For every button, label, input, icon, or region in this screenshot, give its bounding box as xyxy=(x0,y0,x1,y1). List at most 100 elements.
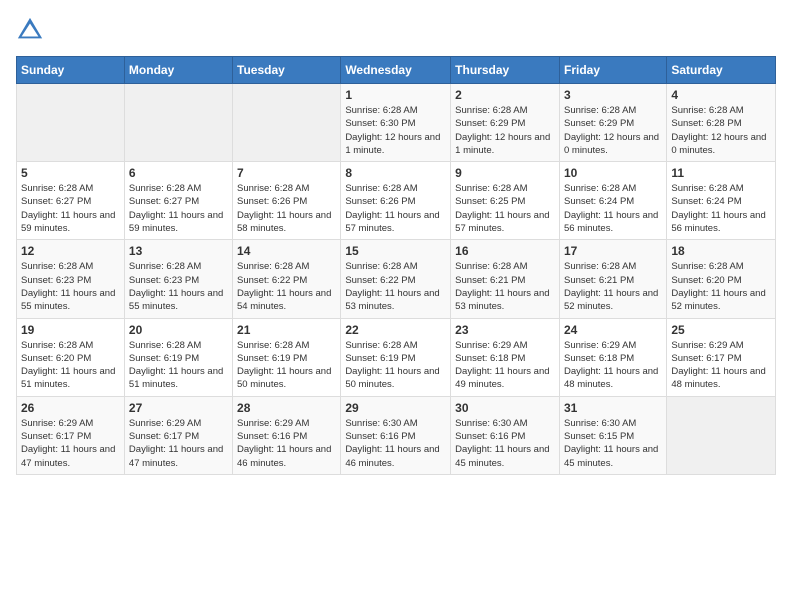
calendar-cell: 27 Sunrise: 6:29 AM Sunset: 6:17 PM Dayli… xyxy=(124,396,232,474)
calendar-cell: 19Sunrise: 6:28 AM Sunset: 6:20 PM Dayli… xyxy=(17,318,125,396)
logo xyxy=(16,16,48,44)
calendar-cell: 20 Sunrise: 6:28 AM Sunset: 6:19 PM Dayli… xyxy=(124,318,232,396)
day-number: 13 xyxy=(129,244,228,258)
calendar-cell: 24 Sunrise: 6:29 AM Sunset: 6:18 PM Dayli… xyxy=(559,318,666,396)
day-info: Sunrise: 6:28 AM Sunset: 6:28 PM Dayligh… xyxy=(671,104,771,157)
calendar-cell: 28 Sunrise: 6:29 AM Sunset: 6:16 PM Dayli… xyxy=(233,396,341,474)
day-info: Sunrise: 6:28 AM Sunset: 6:22 PM Dayligh… xyxy=(345,260,446,313)
calendar-cell: 17 Sunrise: 6:28 AM Sunset: 6:21 PM Dayli… xyxy=(559,240,666,318)
day-number: 27 xyxy=(129,401,228,415)
day-number: 11 xyxy=(671,166,771,180)
day-header-tuesday: Tuesday xyxy=(233,57,341,84)
calendar-cell: 14 Sunrise: 6:28 AM Sunset: 6:22 PM Dayli… xyxy=(233,240,341,318)
calendar-cell: 10 Sunrise: 6:28 AM Sunset: 6:24 PM Dayli… xyxy=(559,162,666,240)
day-info: Sunrise: 6:29 AM Sunset: 6:17 PM Dayligh… xyxy=(129,417,228,470)
day-info: Sunrise: 6:28 AM Sunset: 6:30 PM Dayligh… xyxy=(345,104,446,157)
day-header-thursday: Thursday xyxy=(451,57,560,84)
calendar-cell: 30 Sunrise: 6:30 AM Sunset: 6:16 PM Dayli… xyxy=(451,396,560,474)
calendar-cell: 9 Sunrise: 6:28 AM Sunset: 6:25 PM Daylig… xyxy=(451,162,560,240)
day-number: 7 xyxy=(237,166,336,180)
day-info: Sunrise: 6:28 AM Sunset: 6:24 PM Dayligh… xyxy=(671,182,771,235)
day-info: Sunrise: 6:29 AM Sunset: 6:16 PM Dayligh… xyxy=(237,417,336,470)
day-number: 19 xyxy=(21,323,120,337)
day-number: 21 xyxy=(237,323,336,337)
day-number: 4 xyxy=(671,88,771,102)
calendar-cell: 4 Sunrise: 6:28 AM Sunset: 6:28 PM Daylig… xyxy=(667,84,776,162)
day-number: 9 xyxy=(455,166,555,180)
calendar-cell: 21 Sunrise: 6:28 AM Sunset: 6:19 PM Dayli… xyxy=(233,318,341,396)
day-info: Sunrise: 6:28 AM Sunset: 6:29 PM Dayligh… xyxy=(564,104,662,157)
day-number: 3 xyxy=(564,88,662,102)
day-info: Sunrise: 6:28 AM Sunset: 6:27 PM Dayligh… xyxy=(21,182,120,235)
day-number: 22 xyxy=(345,323,446,337)
day-number: 26 xyxy=(21,401,120,415)
day-number: 12 xyxy=(21,244,120,258)
day-number: 28 xyxy=(237,401,336,415)
calendar-cell: 18 Sunrise: 6:28 AM Sunset: 6:20 PM Dayli… xyxy=(667,240,776,318)
day-info: Sunrise: 6:28 AM Sunset: 6:20 PM Dayligh… xyxy=(671,260,771,313)
calendar-cell: 16 Sunrise: 6:28 AM Sunset: 6:21 PM Dayli… xyxy=(451,240,560,318)
day-number: 29 xyxy=(345,401,446,415)
calendar-cell: 2 Sunrise: 6:28 AM Sunset: 6:29 PM Daylig… xyxy=(451,84,560,162)
calendar-cell: 5 Sunrise: 6:28 AM Sunset: 6:27 PM Daylig… xyxy=(17,162,125,240)
day-info: Sunrise: 6:29 AM Sunset: 6:18 PM Dayligh… xyxy=(564,339,662,392)
day-number: 23 xyxy=(455,323,555,337)
calendar-cell: 23 Sunrise: 6:29 AM Sunset: 6:18 PM Dayli… xyxy=(451,318,560,396)
calendar-week-row: 12 Sunrise: 6:28 AM Sunset: 6:23 PM Dayli… xyxy=(17,240,776,318)
day-info: Sunrise: 6:28 AM Sunset: 6:24 PM Dayligh… xyxy=(564,182,662,235)
day-info: Sunrise: 6:30 AM Sunset: 6:16 PM Dayligh… xyxy=(455,417,555,470)
day-info: Sunrise: 6:28 AM Sunset: 6:19 PM Dayligh… xyxy=(129,339,228,392)
day-number: 18 xyxy=(671,244,771,258)
day-number: 2 xyxy=(455,88,555,102)
calendar-week-row: 5 Sunrise: 6:28 AM Sunset: 6:27 PM Daylig… xyxy=(17,162,776,240)
day-number: 17 xyxy=(564,244,662,258)
calendar-cell: 29 Sunrise: 6:30 AM Sunset: 6:16 PM Dayli… xyxy=(341,396,451,474)
logo-icon xyxy=(16,16,44,44)
day-header-saturday: Saturday xyxy=(667,57,776,84)
day-info: Sunrise: 6:28 AM Sunset: 6:29 PM Dayligh… xyxy=(455,104,555,157)
day-number: 10 xyxy=(564,166,662,180)
day-info: Sunrise: 6:29 AM Sunset: 6:17 PM Dayligh… xyxy=(671,339,771,392)
day-info: Sunrise: 6:28 AM Sunset: 6:26 PM Dayligh… xyxy=(237,182,336,235)
calendar-cell: 1Sunrise: 6:28 AM Sunset: 6:30 PM Daylig… xyxy=(341,84,451,162)
day-info: Sunrise: 6:28 AM Sunset: 6:21 PM Dayligh… xyxy=(564,260,662,313)
calendar-cell xyxy=(233,84,341,162)
day-info: Sunrise: 6:28 AM Sunset: 6:19 PM Dayligh… xyxy=(345,339,446,392)
day-info: Sunrise: 6:29 AM Sunset: 6:18 PM Dayligh… xyxy=(455,339,555,392)
day-number: 16 xyxy=(455,244,555,258)
day-header-wednesday: Wednesday xyxy=(341,57,451,84)
day-info: Sunrise: 6:28 AM Sunset: 6:23 PM Dayligh… xyxy=(129,260,228,313)
day-info: Sunrise: 6:30 AM Sunset: 6:16 PM Dayligh… xyxy=(345,417,446,470)
calendar-week-row: 19Sunrise: 6:28 AM Sunset: 6:20 PM Dayli… xyxy=(17,318,776,396)
day-number: 25 xyxy=(671,323,771,337)
calendar-cell: 3 Sunrise: 6:28 AM Sunset: 6:29 PM Daylig… xyxy=(559,84,666,162)
calendar-cell: 25 Sunrise: 6:29 AM Sunset: 6:17 PM Dayli… xyxy=(667,318,776,396)
calendar-cell: 13 Sunrise: 6:28 AM Sunset: 6:23 PM Dayli… xyxy=(124,240,232,318)
calendar-cell: 8Sunrise: 6:28 AM Sunset: 6:26 PM Daylig… xyxy=(341,162,451,240)
day-number: 14 xyxy=(237,244,336,258)
day-number: 5 xyxy=(21,166,120,180)
day-header-sunday: Sunday xyxy=(17,57,125,84)
calendar-cell: 26Sunrise: 6:29 AM Sunset: 6:17 PM Dayli… xyxy=(17,396,125,474)
day-info: Sunrise: 6:28 AM Sunset: 6:25 PM Dayligh… xyxy=(455,182,555,235)
day-info: Sunrise: 6:28 AM Sunset: 6:27 PM Dayligh… xyxy=(129,182,228,235)
day-number: 30 xyxy=(455,401,555,415)
day-number: 31 xyxy=(564,401,662,415)
day-number: 20 xyxy=(129,323,228,337)
day-header-friday: Friday xyxy=(559,57,666,84)
day-number: 8 xyxy=(345,166,446,180)
page-header xyxy=(16,16,776,44)
calendar-cell: 6Sunrise: 6:28 AM Sunset: 6:27 PM Daylig… xyxy=(124,162,232,240)
calendar-cell: 31 Sunrise: 6:30 AM Sunset: 6:15 PM Dayli… xyxy=(559,396,666,474)
calendar-cell xyxy=(124,84,232,162)
day-info: Sunrise: 6:28 AM Sunset: 6:22 PM Dayligh… xyxy=(237,260,336,313)
calendar-cell: 15 Sunrise: 6:28 AM Sunset: 6:22 PM Dayli… xyxy=(341,240,451,318)
calendar-cell xyxy=(17,84,125,162)
day-info: Sunrise: 6:28 AM Sunset: 6:19 PM Dayligh… xyxy=(237,339,336,392)
calendar-cell xyxy=(667,396,776,474)
calendar-cell: 22 Sunrise: 6:28 AM Sunset: 6:19 PM Dayli… xyxy=(341,318,451,396)
day-number: 24 xyxy=(564,323,662,337)
day-number: 15 xyxy=(345,244,446,258)
day-info: Sunrise: 6:28 AM Sunset: 6:21 PM Dayligh… xyxy=(455,260,555,313)
day-info: Sunrise: 6:30 AM Sunset: 6:15 PM Dayligh… xyxy=(564,417,662,470)
